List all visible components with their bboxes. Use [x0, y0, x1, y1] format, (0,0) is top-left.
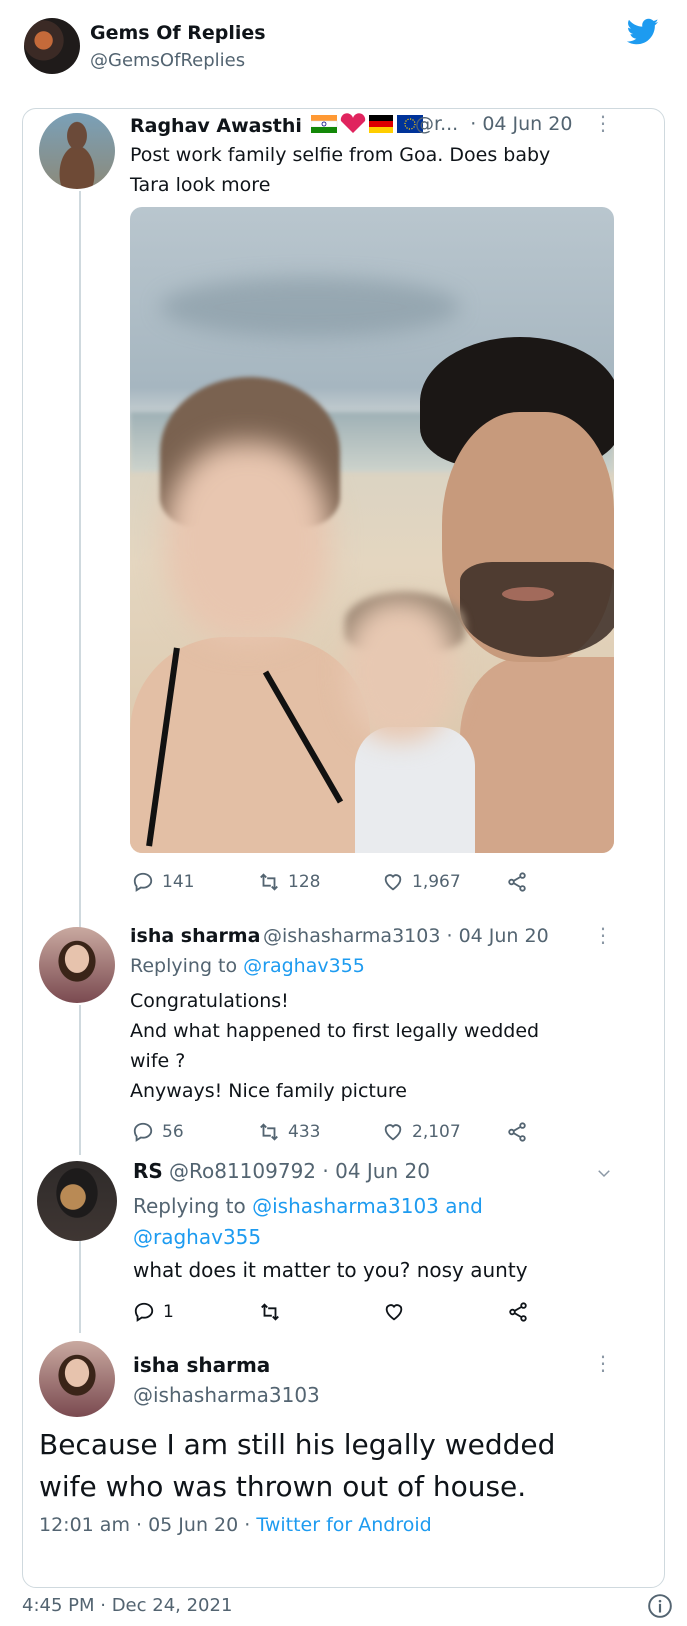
tweet1-like-count: 1,967 — [412, 872, 461, 892]
avatar-isha[interactable] — [39, 1341, 115, 1417]
tweet2-line1: Congratulations! — [130, 990, 289, 1012]
share-icon — [509, 1302, 527, 1322]
tweet2-replying-prefix: Replying to — [130, 955, 244, 977]
tweet3-replying-link-2[interactable]: @raghav355 — [133, 1222, 483, 1253]
retweet-icon — [261, 1303, 279, 1321]
tweet2-like-count: 2,107 — [412, 1122, 461, 1142]
reply-button[interactable]: 1 — [133, 1301, 174, 1323]
separator-dot: · — [244, 1514, 257, 1536]
like-button[interactable]: 1,967 — [382, 871, 461, 893]
tweet3-date[interactable]: · 04 Jun 20 — [322, 1159, 430, 1183]
tweet2-line2: And what happened to first legally wedde… — [130, 1020, 540, 1042]
more-options-icon[interactable]: ⋮ — [593, 111, 613, 135]
tweet4-display-name[interactable]: isha sharma — [133, 1353, 270, 1377]
flag-emoji-icons — [310, 113, 425, 140]
twitter-bird-icon[interactable] — [627, 18, 659, 46]
avatar-raghav[interactable] — [39, 113, 115, 189]
tweet1-name[interactable]: Raghav Awasthi — [130, 113, 425, 140]
tweet2-reply-count: 56 — [162, 1122, 184, 1142]
outer-timestamp[interactable]: 4:45 PM · Dec 24, 2021 — [22, 1595, 232, 1616]
retweet-button[interactable]: 128 — [258, 871, 320, 893]
tweet3-replying-link-1[interactable]: @ishasharma3103 and — [252, 1194, 483, 1218]
reply-icon — [134, 1302, 154, 1322]
tweet4-date[interactable]: 05 Jun 20 — [148, 1514, 238, 1536]
heart-icon — [384, 874, 402, 891]
share-icon — [508, 1122, 526, 1142]
reply-icon — [133, 872, 153, 892]
tweet1-handle[interactable]: @r... — [415, 113, 458, 135]
reply-button[interactable]: 56 — [132, 1121, 184, 1143]
tweet2-display-name[interactable]: isha sharma — [130, 925, 260, 947]
avatar-rs[interactable] — [37, 1161, 117, 1241]
info-icon[interactable] — [647, 1593, 673, 1619]
tweet2-handle[interactable]: @ishasharma3103 — [263, 925, 440, 947]
tweet4-handle[interactable]: @ishasharma3103 — [133, 1383, 320, 1407]
tweet1-display-name: Raghav Awasthi — [130, 115, 302, 137]
separator-dot: · — [136, 1514, 149, 1536]
heart-icon — [384, 1124, 402, 1141]
thread-connector-2 — [79, 1005, 81, 1155]
outer-display-name[interactable]: Gems Of Replies — [90, 22, 266, 44]
outer-handle[interactable]: @GemsOfReplies — [90, 50, 245, 71]
chevron-down-icon[interactable] — [595, 1164, 613, 1182]
tweet4-line1: Because I am still his legally wedded — [39, 1428, 556, 1461]
tweet4-line2: wife who was thrown out of house. — [39, 1470, 527, 1503]
tweet2-retweet-count: 433 — [288, 1122, 321, 1142]
tweet1-retweet-count: 128 — [288, 872, 321, 892]
tweet3-text: what does it matter to you? nosy aunty — [133, 1258, 528, 1282]
family-selfie-photo[interactable] — [130, 207, 614, 853]
retweet-icon — [260, 873, 278, 891]
retweet-button[interactable] — [259, 1301, 281, 1323]
tweet4-time[interactable]: 12:01 am — [39, 1514, 130, 1536]
tweet3-display-name[interactable]: RS — [133, 1159, 163, 1183]
tweet2-line4: Anyways! Nice family picture — [130, 1080, 407, 1102]
quoted-thread-card: Raghav Awasthi @r... · 04 Jun 20 ⋮ Post … — [22, 108, 665, 1588]
share-button[interactable] — [506, 1121, 528, 1143]
like-button[interactable] — [383, 1301, 405, 1323]
retweet-icon — [260, 1123, 278, 1141]
tweet3-reply-count: 1 — [163, 1302, 174, 1322]
reply-button[interactable]: 141 — [132, 871, 194, 893]
tweet1-date[interactable]: · 04 Jun 20 — [470, 113, 572, 135]
avatar-isha[interactable] — [39, 927, 115, 1003]
tweet2-replying-link[interactable]: @raghav355 — [243, 955, 365, 977]
reply-icon — [133, 1122, 153, 1142]
tweet1-text-line1: Post work family selfie from Goa. Does b… — [130, 144, 551, 166]
share-icon — [508, 872, 526, 892]
tweet2-line3: wife ? — [130, 1050, 186, 1072]
share-button[interactable] — [506, 871, 528, 893]
share-button[interactable] — [507, 1301, 529, 1323]
tweet1-text-line2: Tara look more — [130, 174, 271, 196]
retweet-button[interactable]: 433 — [258, 1121, 320, 1143]
tweet3-replying-prefix: Replying to — [133, 1194, 253, 1218]
tweet1-reply-count: 141 — [162, 872, 195, 892]
like-button[interactable]: 2,107 — [382, 1121, 461, 1143]
more-options-icon[interactable]: ⋮ — [593, 1351, 613, 1375]
outer-avatar[interactable] — [24, 18, 80, 74]
tweet4-source[interactable]: Twitter for Android — [256, 1514, 431, 1536]
tweet2-date[interactable]: · 04 Jun 20 — [446, 925, 548, 947]
thread-connector-3 — [79, 1241, 81, 1333]
thread-connector-1 — [79, 191, 81, 931]
heart-icon — [385, 1304, 403, 1321]
more-options-icon[interactable]: ⋮ — [593, 923, 613, 947]
tweet3-handle[interactable]: @Ro81109792 — [169, 1159, 316, 1183]
